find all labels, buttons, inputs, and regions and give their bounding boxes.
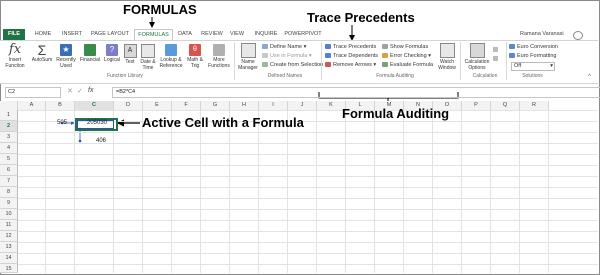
name-manager-icon — [240, 43, 256, 58]
tab-file[interactable]: FILE — [3, 29, 25, 40]
show-formulas-icon — [382, 44, 388, 50]
solutions-label: Solutions — [522, 73, 543, 79]
grid-lines — [18, 110, 598, 273]
tab-powerpivot[interactable]: POWERPIVOT — [284, 29, 322, 40]
trace-precedents-button[interactable]: Trace Precedents — [325, 44, 376, 51]
calculator-icon — [469, 43, 485, 58]
math-trig-button[interactable]: θ Math & Trig — [185, 43, 205, 69]
row-header[interactable]: 3 — [0, 132, 18, 143]
tab-page-layout[interactable]: PAGE LAYOUT — [90, 29, 130, 40]
insert-function-icon[interactable]: fx — [88, 87, 93, 94]
remove-arrows-button[interactable]: Remove Arrows ▾ — [325, 62, 376, 69]
sigma-icon: Σ — [37, 42, 47, 58]
recently-used-button[interactable]: ★ Recently Used — [55, 43, 77, 69]
evaluate-icon — [382, 62, 388, 68]
insert-function-button[interactable]: fx Insert Function — [4, 42, 26, 70]
lookup-icon — [165, 44, 177, 56]
row-header[interactable]: 11 — [0, 220, 18, 231]
separator — [460, 42, 461, 80]
autosum-button[interactable]: Σ AutoSum — [31, 43, 53, 63]
defined-names-label: Defined Names — [267, 73, 303, 79]
annotation-formula-auditing: Formula Auditing — [342, 106, 450, 121]
row-header[interactable]: 1 — [0, 110, 18, 121]
formula-auditing-label: Formula Auditing — [376, 73, 414, 79]
cell-c4[interactable]: 406 — [96, 138, 106, 144]
text-button[interactable]: A Text — [122, 43, 138, 65]
name-box[interactable]: C2 — [5, 87, 61, 98]
trace-precedents-icon — [325, 44, 331, 50]
tab-view[interactable]: VIEW — [228, 29, 246, 40]
enter-icon[interactable]: ✓ — [77, 87, 83, 95]
euro-conversion-button[interactable]: Euro Conversion — [509, 44, 558, 51]
row-header[interactable]: 4 — [0, 143, 18, 154]
watch-window-icon — [439, 43, 455, 58]
row-header[interactable]: 14 — [0, 253, 18, 264]
function-library-label: Function Library — [107, 73, 143, 79]
separator — [234, 42, 235, 80]
tab-insert[interactable]: INSERT — [60, 29, 84, 40]
row-header[interactable]: 5 — [0, 154, 18, 165]
calculate-now-icon[interactable] — [493, 47, 498, 52]
watch-window-button[interactable]: Watch Window — [436, 43, 458, 71]
create-icon — [262, 62, 268, 68]
row-header[interactable]: 15 — [0, 264, 18, 273]
calculate-sheet-icon[interactable] — [493, 56, 498, 61]
tab-data[interactable]: DATA — [175, 29, 195, 40]
cell-b2[interactable]: 505 — [57, 120, 67, 126]
euro-format-icon — [509, 53, 515, 59]
warning-icon — [382, 53, 388, 59]
more-functions-icon — [213, 44, 225, 56]
use-in-formula-button[interactable]: Use in Formula ▾ — [262, 53, 312, 60]
tab-home[interactable]: HOME — [33, 29, 53, 40]
formula-input[interactable]: =B2*C4 — [112, 87, 600, 98]
financial-button[interactable]: Financial — [79, 43, 101, 63]
separator — [506, 42, 507, 80]
row-header[interactable]: 2 — [0, 121, 18, 132]
row-header[interactable]: 8 — [0, 187, 18, 198]
lookup-reference-button[interactable]: Lookup & Reference — [158, 43, 184, 69]
cancel-icon[interactable]: ✕ — [67, 87, 73, 95]
name-manager-button[interactable]: Name Manager — [236, 43, 260, 71]
fx-icon: fx — [8, 42, 22, 57]
row-header[interactable]: 7 — [0, 176, 18, 187]
tag-icon — [262, 44, 268, 50]
error-checking-button[interactable]: Error Checking ▾ — [382, 53, 431, 60]
evaluate-formula-button[interactable]: Evaluate Formula — [382, 62, 433, 69]
cell-c2[interactable]: 205030 — [87, 120, 107, 126]
chevron-down-icon: ▾ — [550, 63, 553, 69]
formula-icon — [262, 53, 268, 59]
text-icon: A — [123, 44, 137, 58]
question-icon: ? — [106, 44, 118, 56]
trace-dependents-icon — [325, 53, 331, 59]
more-functions-button[interactable]: More Functions — [206, 43, 232, 69]
calendar-icon — [141, 44, 155, 58]
define-name-button[interactable]: Define Name ▾ — [262, 44, 306, 51]
euro-icon — [509, 44, 515, 50]
show-formulas-button[interactable]: Show Formulas — [382, 44, 428, 51]
row-header[interactable]: 6 — [0, 165, 18, 176]
trace-dependents-button[interactable]: Trace Dependents — [325, 53, 378, 60]
calculation-options-button[interactable]: Calculation Options — [462, 43, 492, 71]
tab-review[interactable]: REVIEW — [200, 29, 224, 40]
logical-button[interactable]: ? Logical — [102, 43, 122, 63]
row-header[interactable]: 12 — [0, 231, 18, 242]
theta-icon: θ — [189, 44, 201, 56]
separator — [321, 42, 322, 80]
euro-formatting-button[interactable]: Euro Formatting — [509, 53, 556, 60]
financial-icon — [84, 44, 96, 56]
create-from-selection-button[interactable]: Create from Selection — [262, 62, 323, 69]
annotation-active-cell: Active Cell with a Formula — [142, 115, 304, 130]
row-header[interactable]: 9 — [0, 198, 18, 209]
calculation-label: Calculation — [472, 73, 498, 79]
euro-formatting-select[interactable]: Off ▾ — [511, 62, 555, 71]
row-header[interactable]: 10 — [0, 209, 18, 220]
star-icon: ★ — [60, 44, 72, 56]
date-time-button[interactable]: Date & Time — [138, 43, 158, 71]
tab-inquire[interactable]: INQUIRE — [252, 29, 280, 40]
user-name[interactable]: Ramana Varanasi — [520, 31, 564, 37]
collapse-ribbon-icon[interactable]: ^ — [588, 74, 591, 80]
remove-arrows-icon — [325, 62, 331, 68]
user-avatar-icon[interactable] — [573, 31, 583, 40]
row-header[interactable]: 13 — [0, 242, 18, 253]
